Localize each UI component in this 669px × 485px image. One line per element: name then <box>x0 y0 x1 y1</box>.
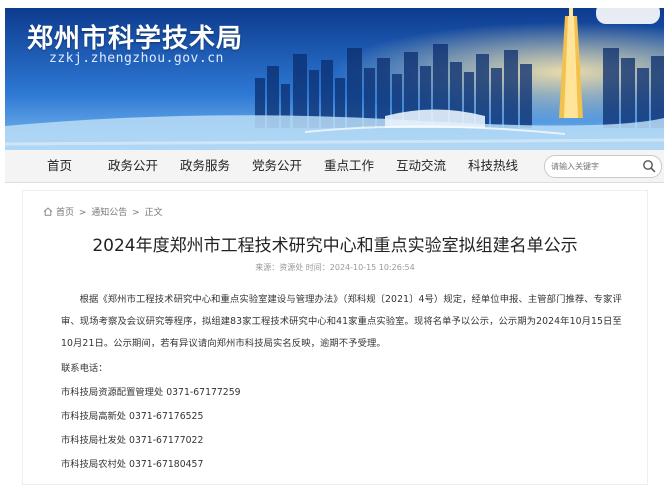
nav-item-interaction[interactable]: 互动交流 <box>396 150 446 182</box>
site-domain: zzkj.zhengzhou.gov.cn <box>49 51 224 66</box>
nav-item-key-work[interactable]: 重点工作 <box>324 150 374 182</box>
breadcrumb-home[interactable]: 首页 <box>56 208 74 218</box>
contact-line: 市科技局高新处 0371-67176525 <box>61 411 204 422</box>
nav-item-party-affairs[interactable]: 党务公开 <box>252 150 302 182</box>
contact-label: 联系电话： <box>61 363 108 374</box>
search-input[interactable] <box>551 158 637 174</box>
contact-line: 市科技局农村处 0371-67180457 <box>61 459 204 470</box>
main-nav: 首页 政务公开 政务服务 党务公开 重点工作 互动交流 科技热线 <box>5 150 664 183</box>
home-icon <box>43 207 53 216</box>
nav-item-government-services[interactable]: 政务服务 <box>180 150 230 182</box>
nav-item-government-affairs[interactable]: 政务公开 <box>108 150 158 182</box>
article-meta: 来源：资源处 时间：2024-10-15 10:26:54 <box>255 263 415 272</box>
top-right-pill[interactable] <box>596 8 660 24</box>
nav-item-tech-hotline[interactable]: 科技热线 <box>468 150 518 182</box>
breadcrumb-separator: > <box>129 208 143 218</box>
article-body: 根据《郑州市工程技术研究中心和重点实验室建设与管理办法》（郑科规〔2021〕4号… <box>61 294 622 349</box>
article-title: 2024年度郑州市工程技术研究中心和重点实验室拟组建名单公示 <box>92 236 578 256</box>
nav-item-home[interactable]: 首页 <box>47 150 72 182</box>
contact-line: 市科技局资源配置管理处 0371-67177259 <box>61 387 241 398</box>
header-banner: 郑州市科学技术局 zzkj.zhengzhou.gov.cn <box>5 8 664 150</box>
article-container: 首页 > 通知公告 > 正文 2024年度郑州市工程技术研究中心和重点实验室拟组… <box>22 190 648 485</box>
search-icon[interactable] <box>642 159 656 173</box>
breadcrumb: 首页 > 通知公告 > 正文 <box>43 205 165 218</box>
breadcrumb-current: 正文 <box>144 208 163 218</box>
contact-line: 市科技局社发处 0371-67177022 <box>61 435 204 446</box>
breadcrumb-separator: > <box>76 208 90 218</box>
search-box <box>544 155 662 178</box>
site-title: 郑州市科学技术局 <box>27 24 244 54</box>
breadcrumb-notices[interactable]: 通知公告 <box>91 208 127 218</box>
